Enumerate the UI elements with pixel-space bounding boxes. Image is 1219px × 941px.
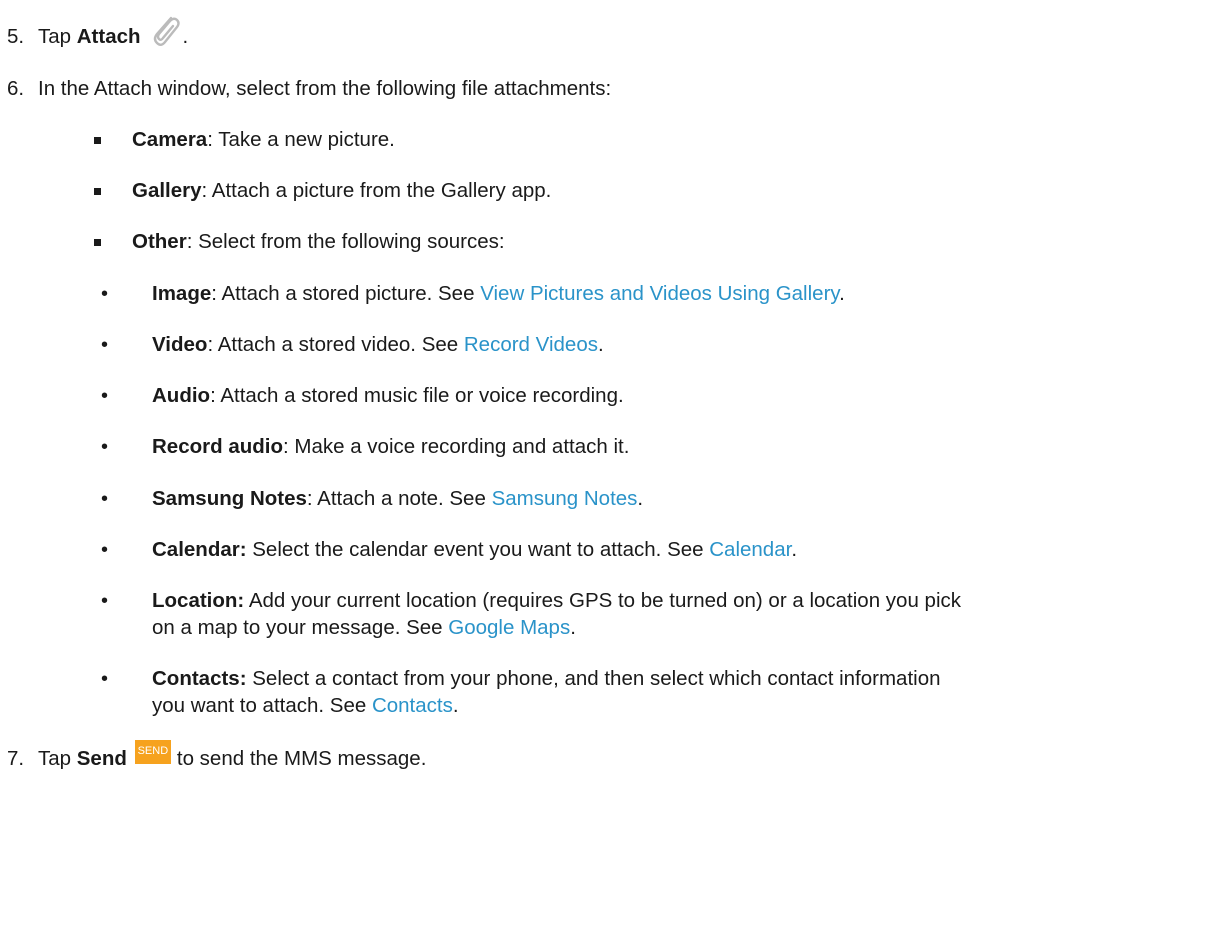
bullet-icon: • [101,488,109,510]
source-desc: : Attach a stored video. See [207,333,464,356]
bullet-icon: • [101,590,109,612]
link-samsung-notes[interactable]: Samsung Notes [492,487,638,510]
step-number: 5. [7,25,25,48]
source-desc: on a map to your message. See [152,616,449,639]
source-title: Audio [152,384,211,407]
bullet-icon: • [101,283,109,305]
step-text-end: . [182,25,189,48]
punctuation: . [839,282,845,305]
source-title: Location: [152,589,245,612]
bullet-icon: • [101,539,109,561]
bullet-icon: • [101,668,109,690]
link-google-maps[interactable]: Google Maps [448,616,570,639]
step-text: Tap [38,747,77,770]
attach-label: Attach [76,25,141,48]
source-title: Record audio [152,435,283,458]
option-desc: : Attach a picture from the Gallery app. [201,179,552,202]
source-desc: you want to attach. See [152,694,372,717]
link-calendar[interactable]: Calendar [709,538,791,561]
square-bullet-icon [94,188,101,195]
punctuation: . [570,616,576,639]
paperclip-icon [149,14,183,57]
punctuation: . [637,487,644,510]
step-text-end: to send the MMS message. [176,747,427,770]
source-desc: : Attach a stored picture. See [211,282,481,305]
option-title: Camera [132,128,208,151]
square-bullet-icon [94,239,101,246]
punctuation: . [452,694,459,717]
source-title: Samsung Notes [152,487,307,510]
option-title: Other [132,230,187,253]
source-desc: : Attach a note. See [306,487,492,510]
source-desc: : Attach a stored music file or voice re… [210,384,624,407]
step-number: 6. [7,77,25,100]
step-text: In the Attach window, select from the fo… [38,77,612,100]
option-title: Gallery [132,179,202,202]
send-badge-icon: SEND [134,740,171,764]
square-bullet-icon [94,137,101,144]
step-number: 7. [7,747,25,770]
link-contacts[interactable]: Contacts [372,694,453,717]
option-desc: : Select from the following sources: [186,230,505,253]
source-desc: : Make a voice recording and attach it. [283,435,630,458]
punctuation: . [597,333,604,356]
source-desc: Select the calendar event you want to at… [246,538,710,561]
punctuation: . [791,538,798,561]
source-desc: Add your current location (requires GPS … [244,589,961,612]
step-text: Tap [38,25,77,48]
option-desc: : Take a new picture. [207,128,395,151]
bullet-icon: • [101,385,109,407]
bullet-icon: • [101,334,109,356]
bullet-icon: • [101,436,109,458]
source-title: Video [152,333,208,356]
source-title: Contacts: [152,667,247,690]
source-desc: Select a contact from your phone, and th… [246,667,941,690]
source-title: Calendar: [152,538,247,561]
send-label: Send [76,747,127,770]
source-title: Image [152,282,212,305]
link-view-pictures[interactable]: View Pictures and Videos Using Gallery [480,282,839,305]
link-record-videos[interactable]: Record Videos [464,333,598,356]
